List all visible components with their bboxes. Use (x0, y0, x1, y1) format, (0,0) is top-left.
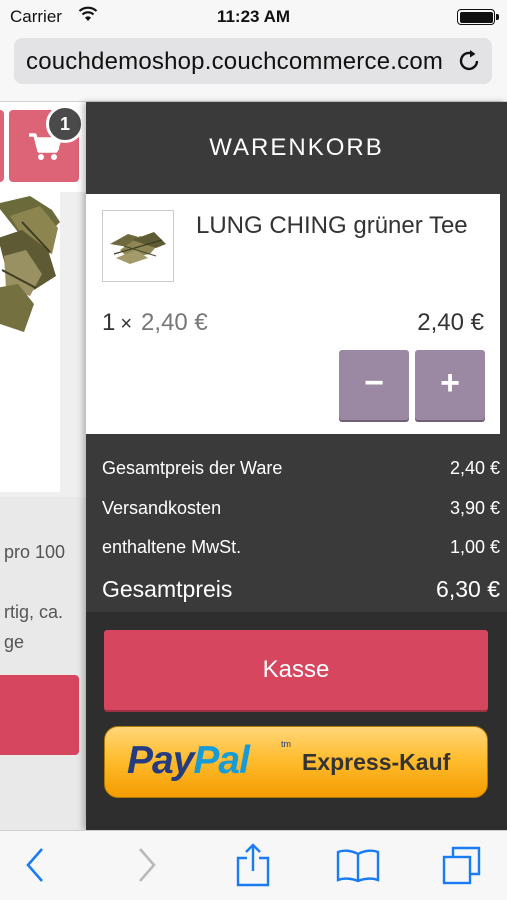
paypal-logo: PayPal (127, 739, 250, 782)
url-field[interactable]: couchdemoshop.couchcommerce.com (14, 38, 492, 84)
browser-toolbar (0, 830, 507, 900)
cart-title: WARENKORB (209, 134, 384, 161)
product-text-line: ge (4, 632, 25, 652)
item-quantity-line: 1 × 2,40 € (102, 309, 208, 337)
url-text[interactable]: couchdemoshop.couchcommerce.com (26, 48, 450, 76)
summary-value: 3,90 € (449, 498, 500, 518)
battery-icon (457, 9, 499, 25)
times-sign: × (120, 313, 133, 335)
cart-count-badge: 1 (46, 105, 84, 143)
item-unit-price: 2,40 € (141, 309, 208, 336)
order-summary: Gesamtpreis der Ware 2,40 € Versandkoste… (86, 442, 507, 612)
address-bar: couchdemoshop.couchcommerce.com (0, 32, 507, 102)
product-text-line: pro 100 (4, 542, 66, 562)
cart-item: LUNG CHING grüner Tee 1 × 2,40 € 2,40 € − … (86, 194, 500, 434)
item-total-price: 2,40 € (417, 309, 484, 336)
status-bar: Carrier 11:23 AM (0, 0, 507, 32)
decrease-quantity-button[interactable]: − (339, 350, 409, 420)
paypal-trademark: tm (281, 739, 291, 749)
clock: 11:23 AM (216, 7, 291, 26)
product-image (0, 192, 60, 492)
product-text-line: rtig, ca. (4, 602, 64, 622)
item-thumbnail[interactable] (102, 210, 174, 282)
summary-value: 1,00 € (449, 537, 500, 557)
cart-panel: WARENKORB LUNG CHING grüner Tee 1 × 2,40 €… (86, 102, 507, 830)
add-to-cart-button[interactable] (0, 675, 79, 755)
bookmarks-icon[interactable] (336, 849, 380, 888)
reload-icon[interactable] (456, 48, 482, 79)
menu-button[interactable] (0, 110, 4, 182)
increase-quantity-button[interactable]: + (415, 350, 485, 420)
grand-total-label: Gesamtpreis (102, 576, 233, 602)
grand-total-value: 6,30 € (436, 576, 500, 602)
paypal-express-label: Express-Kauf (302, 749, 451, 775)
checkout-button[interactable]: Kasse (104, 630, 488, 710)
paypal-express-button[interactable]: PayPal tm Express-Kauf (104, 726, 488, 798)
checkout-actions: Kasse PayPal tm Express-Kauf (86, 612, 507, 830)
summary-label: Gesamtpreis der Ware (102, 458, 283, 478)
forward-icon[interactable] (136, 847, 158, 888)
summary-label: Versandkosten (102, 498, 222, 518)
summary-value: 2,40 € (449, 458, 500, 478)
item-name: LUNG CHING grüner Tee (196, 212, 468, 239)
tabs-icon[interactable] (442, 845, 482, 890)
item-quantity: 1 (102, 309, 116, 336)
shop-page-background: 1 pro 100 rtig, ca. ge (0, 102, 86, 830)
summary-label: enthaltene MwSt. (102, 537, 242, 557)
share-icon[interactable] (236, 843, 270, 892)
back-icon[interactable] (24, 847, 46, 888)
